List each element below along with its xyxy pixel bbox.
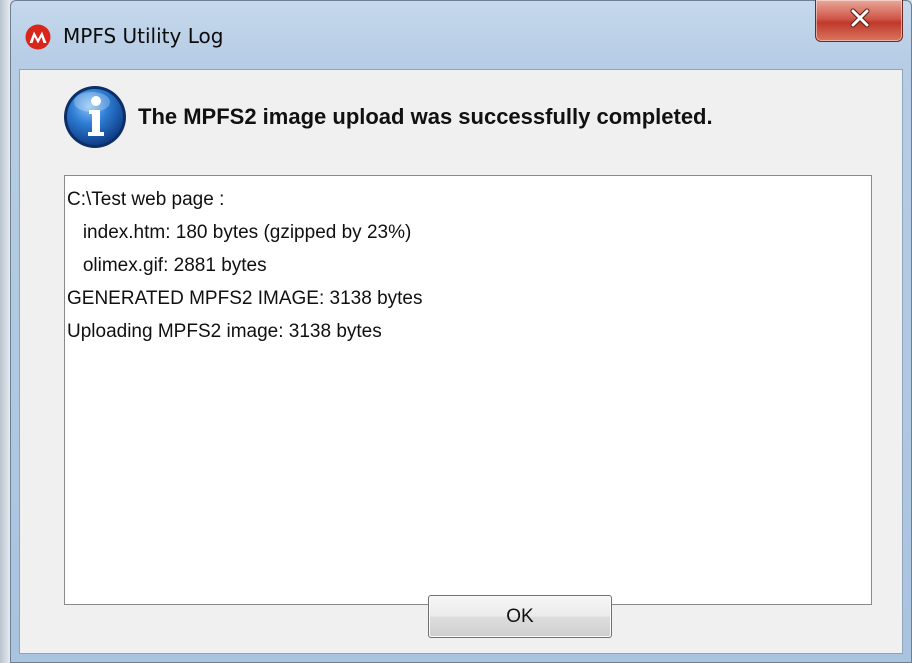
log-line: olimex.gif: 2881 bytes [67,255,267,276]
mpfs-utility-log-window: MPFS Utility Log The MPFS2 image upload … [10,0,912,663]
dialog-body: The MPFS2 image upload was successfully … [19,69,903,654]
status-message: The MPFS2 image upload was successfully … [138,104,713,129]
log-textarea[interactable]: C:\Test web page : index.htm: 180 bytes … [64,175,872,605]
close-icon [850,8,870,28]
window-title: MPFS Utility Log [63,24,224,48]
info-icon [62,84,128,150]
desktop-background [0,0,10,663]
close-button[interactable] [815,0,903,42]
microchip-logo-icon [25,24,51,50]
log-line: Uploading MPFS2 image: 3138 bytes [67,321,382,342]
ok-button[interactable]: OK [428,595,612,638]
log-line: index.htm: 180 bytes (gzipped by 23%) [67,222,412,243]
log-line: GENERATED MPFS2 IMAGE: 3138 bytes [67,288,423,309]
title-bar[interactable]: MPFS Utility Log [11,0,911,69]
log-line: C:\Test web page : [67,189,225,210]
